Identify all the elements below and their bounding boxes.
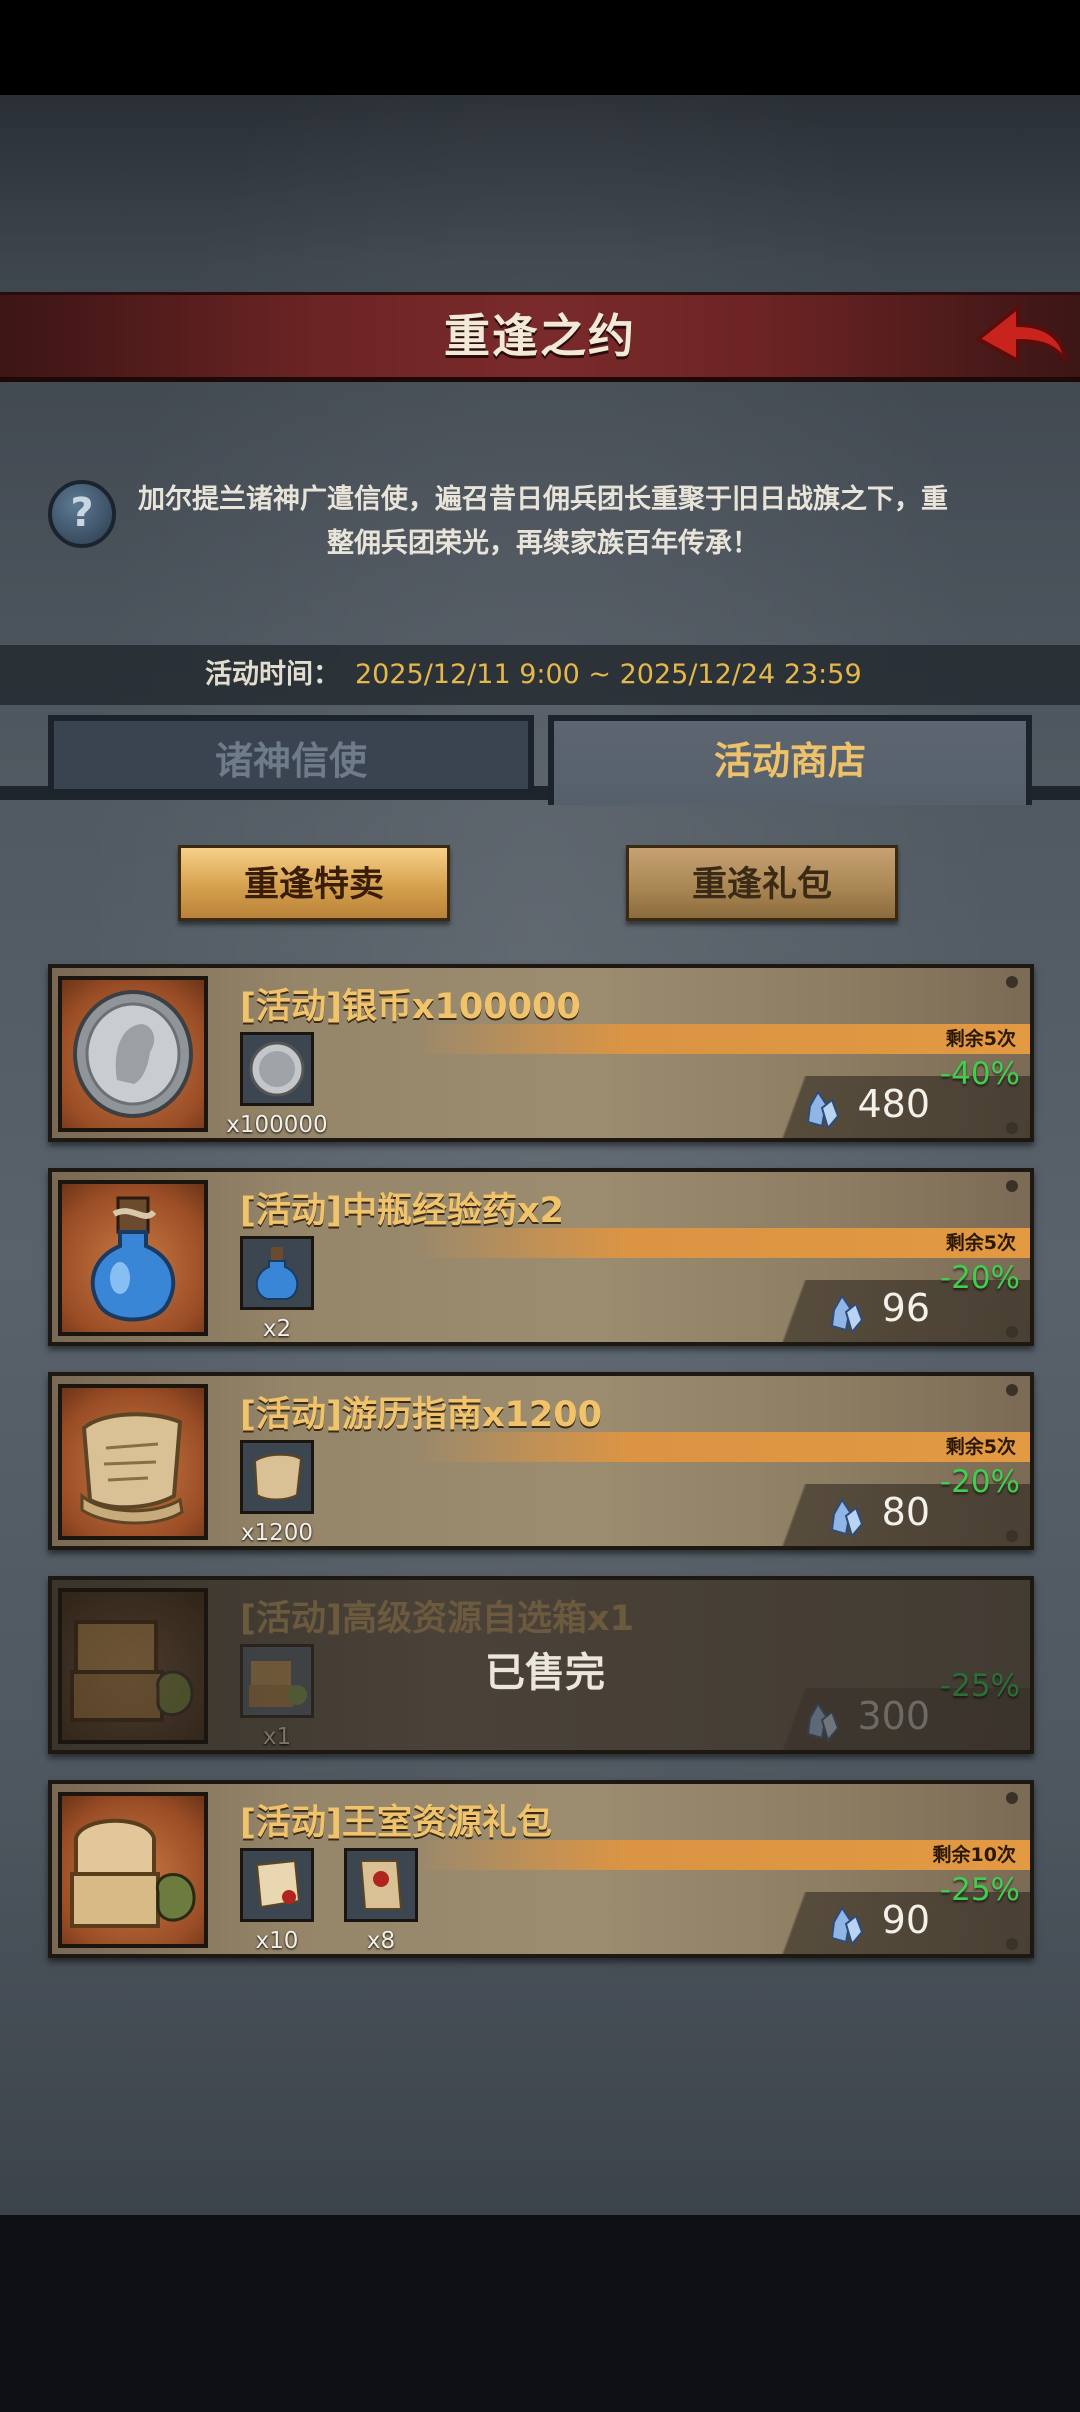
page-title: 重逢之约 bbox=[444, 309, 636, 363]
item-thumbnail bbox=[58, 1792, 208, 1948]
item-title: [活动]高级资源自选箱x1 bbox=[240, 1599, 634, 1639]
scroll-bundle-icon bbox=[255, 1859, 301, 1909]
reward-slot[interactable] bbox=[240, 1848, 314, 1922]
shop-item-resource-chest: [活动]高级资源自选箱x1 已售完 x1 -25% 300 bbox=[48, 1576, 1034, 1754]
remaining-count: 剩余10次 bbox=[932, 1844, 1016, 1866]
shop-item-royal-pack[interactable]: [活动]王室资源礼包 剩余10次 x10 x8 -25% 90 bbox=[48, 1780, 1034, 1958]
shop-item-travel-guide[interactable]: [活动]游历指南x1200 剩余5次 x1200 -20% 80 bbox=[48, 1372, 1034, 1550]
title-bar: 重逢之约 bbox=[0, 292, 1080, 382]
subtab-reunion-pack[interactable]: 重逢礼包 bbox=[626, 845, 898, 921]
price-value: 96 bbox=[881, 1286, 930, 1330]
event-time-bar: 活动时间： 2025/12/11 9:00 ~ 2025/12/24 23:59 bbox=[0, 645, 1080, 705]
potion-icon bbox=[255, 1247, 299, 1300]
event-time-value: 2025/12/11 9:00 ~ 2025/12/24 23:59 bbox=[355, 659, 862, 690]
rivet bbox=[1006, 1326, 1018, 1338]
diamond-icon bbox=[830, 1906, 864, 1946]
reward-slot[interactable] bbox=[240, 1440, 314, 1514]
back-arrow-icon bbox=[974, 302, 1068, 365]
item-title: [活动]中瓶经验药x2 bbox=[240, 1191, 564, 1231]
scroll-icon bbox=[253, 1453, 303, 1501]
discount-label: -25% bbox=[939, 1668, 1020, 1704]
rivet bbox=[1006, 1384, 1018, 1396]
reward-quantity: x1200 bbox=[240, 1520, 314, 1546]
reward-slot[interactable] bbox=[240, 1032, 314, 1106]
reward-quantity: x100000 bbox=[226, 1112, 328, 1138]
diamond-icon bbox=[830, 1294, 864, 1334]
reward-slot bbox=[240, 1644, 314, 1718]
tab-gods-messenger[interactable]: 诸神信使 bbox=[48, 715, 534, 795]
remaining-count: 剩余5次 bbox=[945, 1232, 1016, 1254]
reward-quantity: x10 bbox=[255, 1928, 299, 1954]
diamond-icon bbox=[830, 1498, 864, 1538]
remaining-stripe bbox=[412, 1432, 1030, 1462]
reward-quantity: x1 bbox=[262, 1724, 292, 1750]
diamond-icon bbox=[806, 1702, 840, 1742]
royal-chest-icon bbox=[70, 1818, 196, 1928]
price-value: 480 bbox=[857, 1082, 930, 1126]
rivet bbox=[1006, 1122, 1018, 1134]
item-title: [活动]银币x100000 bbox=[240, 987, 581, 1027]
item-thumbnail bbox=[58, 976, 208, 1132]
remaining-count: 剩余5次 bbox=[945, 1028, 1016, 1050]
discount-label: -25% bbox=[939, 1872, 1020, 1908]
bottom-bar bbox=[0, 2215, 1080, 2412]
silver-coin-icon bbox=[73, 990, 193, 1118]
price-value: 90 bbox=[881, 1898, 930, 1942]
item-thumbnail bbox=[58, 1384, 208, 1540]
item-title: [活动]游历指南x1200 bbox=[240, 1395, 602, 1435]
event-time-label: 活动时间： bbox=[205, 659, 340, 690]
remaining-count: 剩余5次 bbox=[945, 1436, 1016, 1458]
silver-coin-icon bbox=[249, 1041, 305, 1097]
reward-quantity: x2 bbox=[262, 1316, 292, 1342]
item-title: [活动]王室资源礼包 bbox=[240, 1803, 552, 1843]
rivet bbox=[1006, 1938, 1018, 1950]
remaining-stripe bbox=[412, 1228, 1030, 1258]
back-button[interactable] bbox=[970, 299, 1070, 373]
price-value: 300 bbox=[857, 1694, 930, 1738]
scroll-icon bbox=[80, 1412, 184, 1525]
shop-item-exp-potion[interactable]: [活动]中瓶经验药x2 剩余5次 x2 -20% 96 bbox=[48, 1168, 1034, 1346]
shop-item-silver-coins[interactable]: [活动]银币x100000 剩余5次 x100000 -40% 480 bbox=[48, 964, 1034, 1142]
help-icon[interactable]: ? bbox=[48, 480, 116, 548]
status-bar bbox=[0, 0, 1080, 95]
price-value: 80 bbox=[881, 1490, 930, 1534]
tab-event-shop[interactable]: 活动商店 bbox=[548, 715, 1032, 805]
rivet bbox=[1006, 1792, 1018, 1804]
rivet bbox=[1006, 976, 1018, 988]
reward-quantity: x8 bbox=[366, 1928, 396, 1954]
discount-label: -20% bbox=[939, 1260, 1020, 1296]
rivet bbox=[1006, 1180, 1018, 1192]
remaining-stripe bbox=[412, 1024, 1030, 1054]
subtab-reunion-sale[interactable]: 重逢特卖 bbox=[178, 845, 450, 921]
reward-slot[interactable] bbox=[240, 1236, 314, 1310]
rivet bbox=[1006, 1530, 1018, 1542]
potion-icon bbox=[90, 1196, 176, 1322]
item-thumbnail bbox=[58, 1180, 208, 1336]
diamond-icon bbox=[806, 1090, 840, 1130]
event-description: 加尔提兰诸神广遣信使，遍召昔日佣兵团长重聚于旧日战旗之下，重整佣兵团荣光，再续家… bbox=[138, 484, 948, 559]
discount-label: -20% bbox=[939, 1464, 1020, 1500]
resource-chest-icon bbox=[249, 1661, 307, 1707]
discount-label: -40% bbox=[939, 1056, 1020, 1092]
reward-slot[interactable] bbox=[344, 1848, 418, 1922]
sealed-letter-icon bbox=[359, 1860, 403, 1910]
